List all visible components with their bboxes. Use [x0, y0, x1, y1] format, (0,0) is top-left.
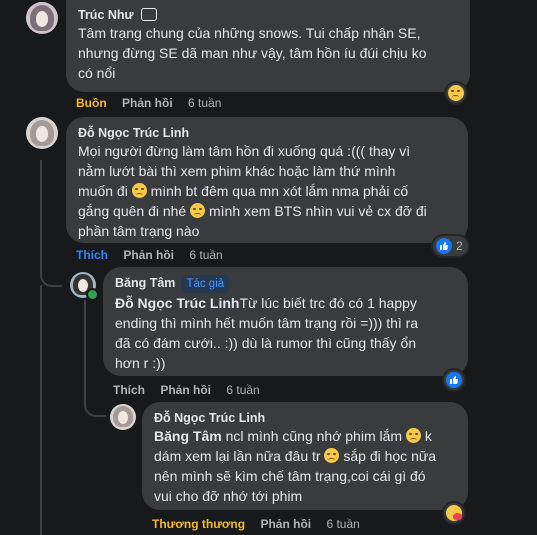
care-face-icon: [446, 505, 462, 521]
like-icon: [446, 372, 462, 388]
sad-face-icon: [131, 183, 147, 198]
reaction-badge[interactable]: [444, 370, 464, 390]
reaction-badge[interactable]: [444, 503, 464, 523]
sad-face-icon: [405, 428, 421, 443]
like-button[interactable]: Thích: [113, 383, 145, 397]
messenger-icon: [141, 8, 158, 21]
commenter-name[interactable]: Băng Tâm Tác giả: [115, 275, 456, 293]
commenter-name[interactable]: Đỗ Ngọc Trúc Linh: [154, 410, 456, 426]
like-button[interactable]: Thích: [76, 248, 108, 262]
avatar[interactable]: [26, 117, 58, 149]
comment-actions: Thích Phản hồi 6 tuần: [76, 248, 235, 262]
thread-line: [40, 160, 62, 287]
avatar[interactable]: [110, 404, 136, 430]
timestamp[interactable]: 6 tuần: [226, 383, 259, 397]
reaction-badge[interactable]: [446, 83, 466, 103]
thread-line: [40, 285, 42, 535]
comment-text: Băng Tâm ncl mình cũng nhớ phim lắm k dá…: [154, 428, 437, 504]
comment-bubble: Đỗ Ngọc Trúc Linh Băng Tâm ncl mình cũng…: [142, 402, 468, 510]
reaction-button[interactable]: Buồn: [76, 96, 107, 110]
comment-text: Tâm trạng chung của những snows. Tui chấ…: [78, 25, 427, 81]
timestamp[interactable]: 6 tuần: [188, 96, 221, 110]
timestamp[interactable]: 6 tuần: [326, 517, 359, 531]
reply-button[interactable]: Phản hồi: [122, 96, 173, 110]
comment-text: Đỗ Ngọc Trúc LinhTừ lúc biết trc đó có 1…: [115, 295, 419, 371]
comment-actions: Thích Phản hồi 6 tuần: [113, 383, 272, 397]
commenter-name[interactable]: Trúc Như: [78, 7, 458, 23]
mention-link[interactable]: Băng Tâm: [154, 428, 222, 444]
mention-link[interactable]: Đỗ Ngọc Trúc Linh: [115, 295, 239, 311]
reaction-count: 2: [456, 239, 463, 253]
online-status-dot: [88, 290, 97, 299]
reaction-button[interactable]: Thương thương: [152, 517, 245, 531]
sad-face-icon: [190, 203, 206, 218]
reply-button[interactable]: Phản hồi: [260, 517, 311, 531]
reply-button[interactable]: Phản hồi: [160, 383, 211, 397]
author-badge: Tác giả: [181, 275, 230, 293]
comment-actions: Thương thương Phản hồi 6 tuần: [152, 517, 372, 531]
comment-text: Mọi người đừng làm tâm hồn đi xuống quá …: [78, 143, 427, 239]
reply-button[interactable]: Phản hồi: [123, 248, 174, 262]
timestamp[interactable]: 6 tuần: [189, 248, 222, 262]
like-icon: [436, 238, 452, 254]
comment-bubble: Băng Tâm Tác giả Đỗ Ngọc Trúc LinhTừ lúc …: [103, 267, 468, 376]
sad-face-icon: [448, 85, 464, 101]
avatar[interactable]: [26, 2, 58, 34]
sad-face-icon: [324, 448, 340, 463]
reaction-badge[interactable]: 2: [433, 236, 468, 256]
commenter-name[interactable]: Đỗ Ngọc Trúc Linh: [78, 125, 456, 141]
comment-bubble: Trúc Như Tâm trạng chung của những snows…: [66, 0, 470, 92]
comment-bubble: Đỗ Ngọc Trúc Linh Mọi người đừng làm tâm…: [66, 117, 468, 243]
comment-actions: Buồn Phản hồi 6 tuần: [76, 96, 233, 110]
